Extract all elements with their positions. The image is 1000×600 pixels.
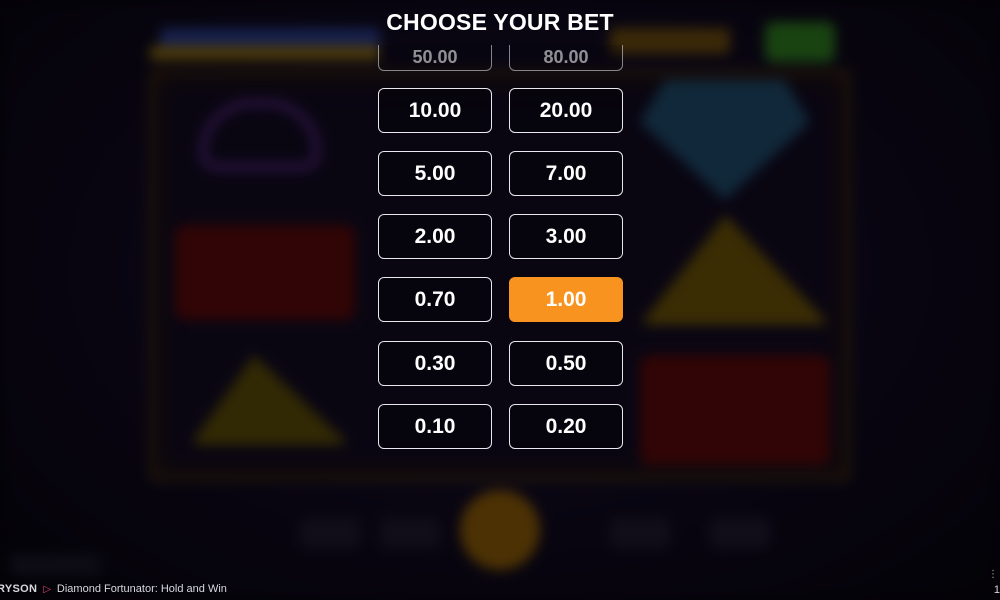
bet-option[interactable]: 3.00 [509,214,623,259]
game-title: Diamond Fortunator: Hold and Win [56,583,227,595]
bet-option[interactable]: 0.20 [509,404,623,449]
bet-option[interactable]: 0.50 [509,341,623,386]
provider-logo-icon: ▷ [43,583,51,595]
bet-option[interactable]: 0.70 [378,277,492,322]
bet-option[interactable]: 80.00 [509,45,623,71]
ellipsis-icon: ⋮ [988,569,998,580]
bet-option[interactable]: 2.00 [378,214,492,259]
bet-option[interactable]: 20.00 [509,88,623,133]
bet-option[interactable]: 0.30 [378,341,492,386]
corner-text: 1 [993,584,1000,596]
footer-bar: RYSON ▷ Diamond Fortunator: Hold and Win [0,582,227,596]
modal-overlay[interactable] [0,0,1000,600]
bet-option[interactable]: 7.00 [509,151,623,196]
bet-option[interactable]: 0.10 [378,404,492,449]
dialog-title: CHOOSE YOUR BET [386,9,614,35]
bet-option[interactable]: 10.00 [378,88,492,133]
bet-option[interactable]: 5.00 [378,151,492,196]
bet-option-selected[interactable]: 1.00 [509,277,623,322]
provider-logo: RYSON [0,583,38,595]
bet-option[interactable]: 50.00 [378,45,492,71]
